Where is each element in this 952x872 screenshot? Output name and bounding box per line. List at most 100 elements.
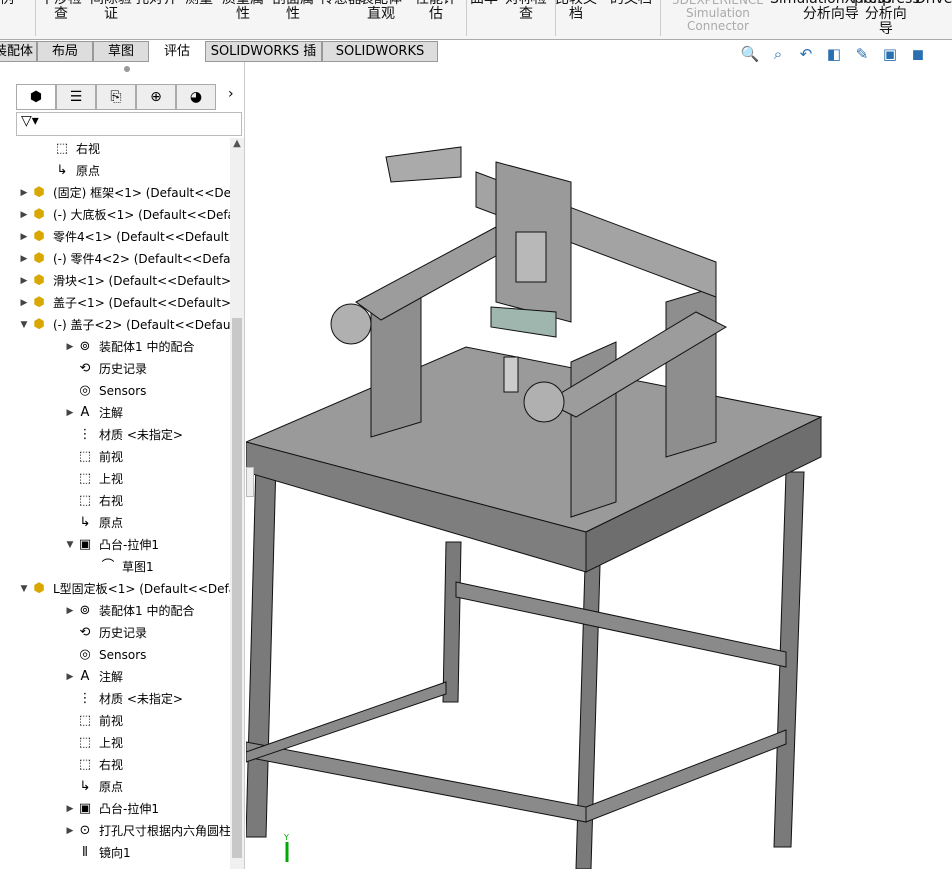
ribbon-button[interactable]: 装配体 直观 [360, 0, 402, 22]
tree-item-label: 材质 <未指定> [99, 692, 183, 706]
tree-filter[interactable]: ▽▾ [16, 112, 242, 136]
tree-item-label: 盖子<1> (Default<<Default>_ [53, 296, 230, 310]
previous-view-icon[interactable]: ↶ [796, 44, 816, 64]
tree-item[interactable]: ▶ ⬢ 滑块<1> (Default<<Default>_ [18, 270, 230, 292]
tab-0[interactable]: 装配体 [0, 41, 37, 62]
tree-item[interactable]: ▶ ⬢ 盖子<1> (Default<<Default>_ [18, 292, 230, 314]
ribbon-button[interactable]: 测量 [185, 0, 213, 7]
tab-2[interactable]: 草图 [93, 41, 149, 62]
collapse-arrow-icon[interactable]: ▼ [64, 534, 76, 556]
feature-manager-icon[interactable]: ⬢ [16, 84, 56, 110]
plane-icon: ⬚ [55, 141, 69, 156]
ribbon-button[interactable]: 质量属 性 [222, 0, 264, 22]
expand-arrow-icon[interactable]: ▶ [64, 798, 76, 820]
ribbon-button[interactable]: 对称检 查 [505, 0, 547, 22]
tree-item[interactable]: ▼⬢ (-) 盖子<2> (Default<<Default>_ [18, 314, 230, 336]
tree-item[interactable]: ⬚ 前视 [64, 710, 123, 732]
graphics-area[interactable]: Y [244, 62, 952, 870]
expand-arrow-icon[interactable]: ▶ [64, 336, 76, 358]
display-style-icon[interactable]: ◼ [908, 44, 928, 64]
ribbon-button[interactable]: 曲率 [470, 0, 498, 7]
tree-item[interactable]: ⬚ 右视 [64, 490, 123, 512]
collapse-arrow-icon[interactable]: ▼ [18, 314, 30, 336]
tree-item[interactable]: ▶ A 注解 [64, 666, 123, 688]
property-manager-icon[interactable]: ☰ [56, 84, 96, 110]
tree-item[interactable]: ⋮ 材质 <未指定> [64, 688, 183, 710]
ribbon-button[interactable]: 3DEXPERIENCE Simulation Connector [672, 0, 764, 33]
tree-item-label: 上视 [99, 736, 124, 750]
tree-item[interactable]: ▶⬢ (固定) 框架<1> (Default<<Default>_ [18, 182, 230, 204]
ribbon-button[interactable]: 干涉检 查 [40, 0, 82, 22]
zoom-to-fit-icon[interactable]: 🔍 [740, 44, 760, 64]
tree-item[interactable]: ▼⬢ L型固定板<1> (Default<<Default>_ [18, 578, 230, 600]
tree-item[interactable]: ↳ 原点 [64, 512, 123, 534]
tree-item[interactable]: ↳ 原点 [41, 160, 100, 182]
ribbon-button[interactable]: FloXpress 分析向 导 [852, 0, 920, 37]
ribbon-button[interactable]: 比较文 档 [555, 0, 597, 22]
tree-item[interactable]: ⟲ 历史记录 [64, 622, 147, 644]
tree-item[interactable]: ▶ ▣ 凸台-拉伸1 [64, 798, 159, 820]
tree-item[interactable]: ▶ ⊚ 装配体1 中的配合 [64, 336, 195, 358]
tree-item[interactable]: ⟲ 历史记录 [64, 358, 147, 380]
scrollbar-thumb[interactable] [232, 318, 242, 858]
dimxpert-icon[interactable]: ⊕ [136, 84, 176, 110]
ribbon-button[interactable]: 剖面属 性 [272, 0, 314, 22]
configuration-manager-icon[interactable]: ⎘ [96, 84, 136, 110]
tree-item[interactable]: ▶⬢ (-) 大底板<1> (Default<<Default>_ [18, 204, 230, 226]
zoom-to-area-icon[interactable]: ⌕ [768, 44, 788, 64]
expand-arrow-icon[interactable]: ▶ [18, 226, 30, 248]
tree-item[interactable]: ▶ A 注解 [64, 402, 123, 424]
tab-1[interactable]: 布局 [37, 41, 93, 62]
tree-item-label: 右视 [99, 494, 124, 508]
tree-item[interactable]: ⬚ 上视 [64, 468, 123, 490]
expand-arrow-icon[interactable]: ▶ [18, 204, 30, 226]
dynamic-annotation-icon[interactable]: ✎ [852, 44, 872, 64]
tree-item[interactable]: ⫴ 镜向1 [64, 842, 130, 864]
tree-item[interactable]: ▶ ⊚ 装配体1 中的配合 [64, 600, 195, 622]
display-manager-icon[interactable]: ◕ [176, 84, 216, 110]
tree-item[interactable]: ↳ 原点 [64, 776, 123, 798]
tree-item-label: Sensors [99, 648, 147, 662]
section-view-icon[interactable]: ◧ [824, 44, 844, 64]
tree-item[interactable]: ◎ Sensors [64, 380, 146, 402]
tree-item-label: (固定) 框架<1> (Default<<Default>_ [53, 186, 230, 200]
ribbon-button[interactable]: 的文档 [610, 0, 652, 7]
chevron-right-icon[interactable]: › [228, 86, 234, 102]
tree-item[interactable]: ⬚ 前视 [64, 446, 123, 468]
tree-item-label: 零件4<1> (Default<<Default>_ [53, 230, 230, 244]
ribbon-button[interactable]: 传感器 [320, 0, 362, 7]
tree-item[interactable]: ⋮ 材质 <未指定> [64, 424, 183, 446]
expand-arrow-icon[interactable]: ▶ [64, 600, 76, 622]
expand-arrow-icon[interactable]: ▶ [18, 270, 30, 292]
tree-item[interactable]: ⬚ 右视 [41, 138, 100, 160]
tree-item[interactable]: ▼ ▣ 凸台-拉伸1 [64, 534, 159, 556]
expand-arrow-icon[interactable]: ▶ [64, 820, 76, 842]
panel-splitter-handle[interactable] [124, 66, 130, 72]
ribbon-button[interactable]: 例 [0, 0, 14, 7]
tree-item-label: 凸台-拉伸1 [99, 802, 159, 816]
collapse-arrow-icon[interactable]: ▼ [18, 578, 30, 600]
tree-item[interactable]: ▶ ⊙ 打孔尺寸根据内六角圆柱头 [64, 820, 230, 842]
expand-arrow-icon[interactable]: ▶ [64, 402, 76, 424]
tree-item[interactable]: ⬚ 右视 [64, 754, 123, 776]
tree-scrollbar[interactable]: ▲ [230, 138, 244, 869]
ribbon-button[interactable]: 性能评 估 [415, 0, 457, 22]
expand-arrow-icon[interactable]: ▶ [18, 248, 30, 270]
tree-item[interactable]: ▶⬢ (-) 零件4<2> (Default<<Default>_ [18, 248, 230, 270]
ribbon-button[interactable]: 孔对齐 [135, 0, 177, 7]
expand-arrow-icon[interactable]: ▶ [18, 292, 30, 314]
tab-5[interactable]: SOLIDWORKS MBD [322, 41, 438, 78]
tree-item[interactable]: ⬚ 上视 [64, 732, 123, 754]
panel-collapse-handle[interactable] [246, 467, 254, 497]
expand-arrow-icon[interactable]: ▶ [18, 182, 30, 204]
material-icon: ⋮ [78, 427, 92, 442]
tree-item[interactable]: ◎ Sensors [64, 644, 146, 666]
tree-item[interactable]: ▶ ⬢ 零件4<1> (Default<<Default>_ [18, 226, 230, 248]
tab-3[interactable]: 评估 [149, 41, 205, 62]
ribbon-button[interactable]: DriveWorksXpress [915, 0, 952, 7]
tab-4[interactable]: SOLIDWORKS 插件 [205, 41, 322, 78]
view-orientation-icon[interactable]: ▣ [880, 44, 900, 64]
ribbon-button[interactable]: 间隙验 证 [90, 0, 132, 22]
expand-arrow-icon[interactable]: ▶ [64, 666, 76, 688]
tree-item[interactable]: ⌒ 草图1 [87, 556, 153, 578]
